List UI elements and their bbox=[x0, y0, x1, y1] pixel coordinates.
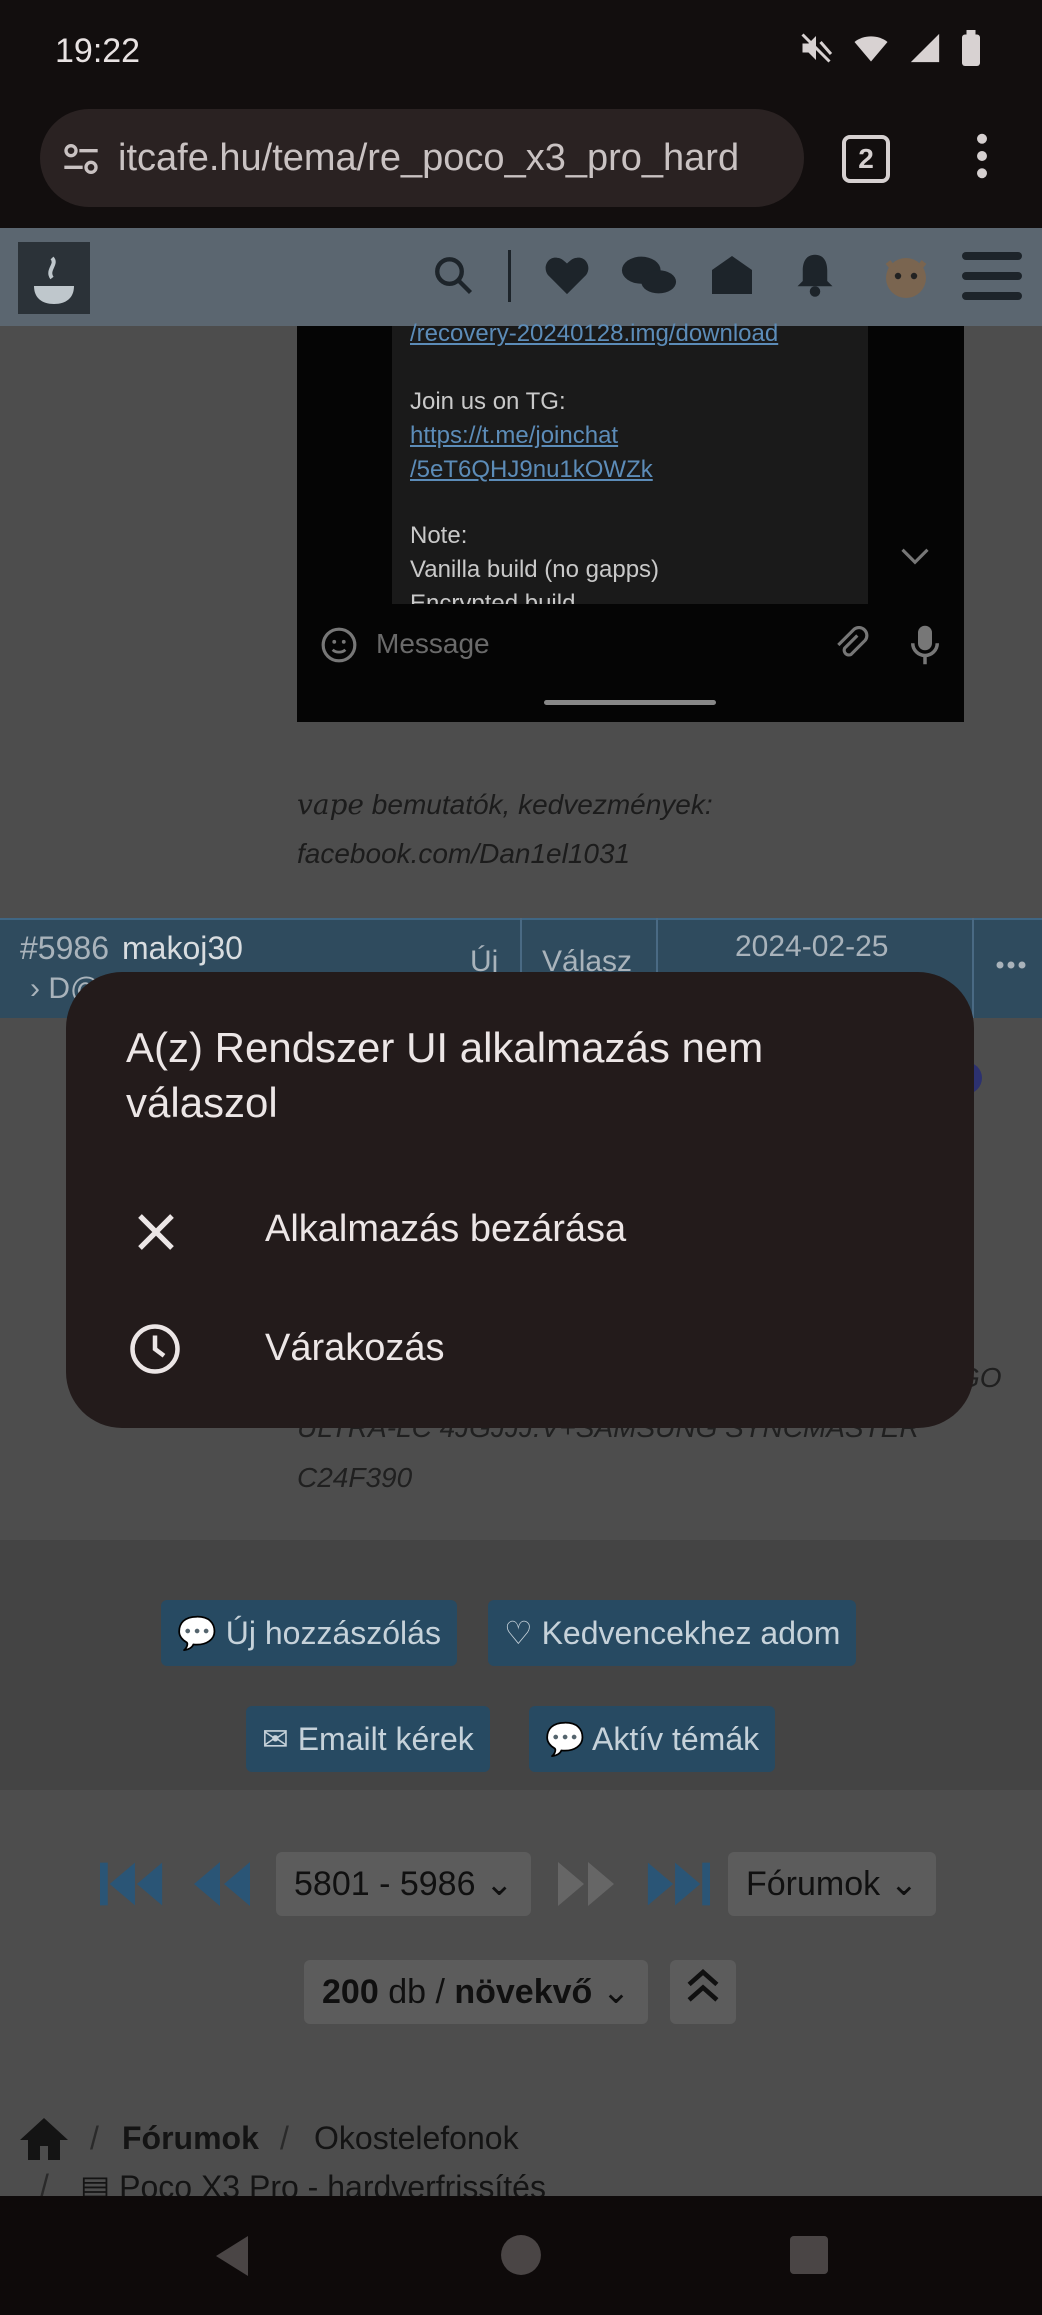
wifi-icon bbox=[852, 30, 890, 71]
comment-icon: 💬 bbox=[177, 1615, 217, 1651]
clock-icon bbox=[128, 1322, 182, 1381]
signature-model: C24F390 bbox=[297, 1462, 413, 1493]
tg-line-link1: https://t.me/joinchat bbox=[410, 422, 619, 449]
breadcrumb-category[interactable]: Okostelefonok bbox=[314, 2120, 519, 2157]
browser-toolbar: itcafe.hu/tema/re_poco_x3_pro_hard 2 bbox=[0, 105, 1042, 228]
menu-icon[interactable] bbox=[962, 248, 1022, 309]
breadcrumb-topic[interactable]: ▤ Poco X3 Pro - hardverfrissítés bbox=[80, 2168, 546, 2196]
breadcrumb-separator: / bbox=[280, 2120, 289, 2156]
document-icon: ▤ bbox=[80, 2169, 111, 2196]
logo-icon[interactable] bbox=[18, 242, 90, 319]
wait-option[interactable] bbox=[66, 1290, 974, 1410]
chevron-down-icon: ⌄ bbox=[484, 1865, 514, 1903]
signature-line2: facebook.com/Dan1el1031 bbox=[297, 838, 631, 869]
previous-page-icon[interactable] bbox=[190, 1858, 254, 1915]
status-bar: 19:22 bbox=[0, 0, 1042, 105]
breadcrumb-forums[interactable]: Fórumok bbox=[122, 2120, 259, 2157]
site-settings-icon[interactable] bbox=[60, 139, 102, 184]
mail-icon[interactable] bbox=[708, 250, 756, 303]
tg-line-vanilla: Vanilla build (no gapps) bbox=[410, 556, 660, 583]
heart-icon[interactable] bbox=[544, 254, 590, 301]
close-icon bbox=[136, 1212, 176, 1257]
clock: 19:22 bbox=[55, 32, 141, 70]
navigation-bar bbox=[0, 2196, 1042, 2315]
recents-icon[interactable] bbox=[790, 2236, 828, 2279]
chevron-down-icon: ⌄ bbox=[889, 1865, 919, 1903]
tg-line-link2: /5eT6QHJ9nu1kOWZk bbox=[410, 456, 653, 483]
overflow-menu-icon[interactable] bbox=[974, 133, 990, 184]
more-icon[interactable] bbox=[996, 958, 1026, 976]
new-post-button[interactable]: 💬 Új hozzászólás bbox=[161, 1600, 457, 1666]
first-page-icon[interactable] bbox=[100, 1858, 166, 1915]
tg-line-encrypted: Encrypted build bbox=[410, 590, 576, 604]
dialog-title: A(z) Rendszer UI alkalmazás nem válaszol bbox=[126, 1024, 764, 1126]
home-button-icon[interactable] bbox=[500, 2234, 542, 2281]
chevron-down-icon bbox=[900, 546, 930, 571]
signature-line1: vape bemutatók, kedvezmények: bbox=[297, 788, 713, 821]
bell-icon[interactable] bbox=[794, 250, 836, 303]
wait-label[interactable]: Várakozás bbox=[265, 1327, 445, 1370]
tg-home-indicator bbox=[544, 700, 716, 705]
post-username[interactable]: makoj30 bbox=[122, 930, 243, 967]
post-date: 2024-02-25 bbox=[735, 930, 889, 963]
email-button[interactable]: ✉ Emailt kérek bbox=[246, 1706, 490, 1772]
page-range-select[interactable]: 5801 - 5986 ⌄ bbox=[276, 1852, 532, 1916]
address-bar[interactable]: itcafe.hu/tema/re_poco_x3_pro_hard bbox=[40, 109, 804, 207]
double-chevron-up-icon bbox=[687, 1968, 719, 2002]
close-app-label[interactable]: Alkalmazás bezárása bbox=[265, 1208, 626, 1251]
chat-icon: 💬 bbox=[545, 1721, 585, 1757]
heart-outline-icon: ♡ bbox=[504, 1615, 533, 1651]
page-size-select[interactable]: 200 db / növekvő ⌄ bbox=[304, 1960, 649, 2024]
status-icons bbox=[798, 30, 982, 71]
breadcrumb-separator: / bbox=[90, 2120, 99, 2156]
home-icon[interactable] bbox=[18, 2116, 70, 2167]
tg-line-join: Join us on TG: bbox=[410, 388, 566, 415]
chevron-down-icon: ⌄ bbox=[601, 1973, 631, 2011]
back-icon[interactable] bbox=[212, 2234, 252, 2283]
emoji-icon bbox=[320, 626, 358, 669]
divider bbox=[508, 250, 511, 302]
url-text[interactable]: itcafe.hu/tema/re_poco_x3_pro_hard bbox=[118, 137, 798, 180]
envelope-icon: ✉ bbox=[262, 1721, 289, 1757]
post-number[interactable]: #5986 bbox=[20, 930, 109, 967]
breadcrumb-separator: / bbox=[40, 2168, 49, 2196]
active-topics-button[interactable]: 💬 Aktív témák bbox=[529, 1706, 776, 1772]
forums-select[interactable]: Fórumok ⌄ bbox=[728, 1852, 937, 1916]
next-page-icon bbox=[554, 1858, 618, 1915]
site-header bbox=[0, 228, 1042, 326]
tg-line-note: Note: bbox=[410, 522, 468, 549]
last-page-icon[interactable] bbox=[644, 1858, 710, 1915]
attach-icon bbox=[832, 626, 870, 669]
tab-switcher-button[interactable]: 2 bbox=[842, 135, 890, 183]
chat-icon[interactable] bbox=[620, 252, 678, 305]
mute-icon bbox=[798, 30, 834, 71]
scroll-top-button[interactable] bbox=[670, 1960, 736, 2024]
avatar[interactable] bbox=[878, 246, 934, 307]
tg-message-placeholder: Message bbox=[376, 628, 490, 659]
favorite-button[interactable]: ♡ Kedvencekhez adom bbox=[488, 1600, 857, 1666]
mic-icon bbox=[910, 624, 940, 671]
signal-icon bbox=[908, 30, 942, 71]
search-icon[interactable] bbox=[432, 254, 474, 301]
divider bbox=[972, 918, 974, 1018]
battery-icon bbox=[960, 30, 982, 71]
tg-line-download: /recovery-20240128.img/download bbox=[410, 320, 779, 347]
